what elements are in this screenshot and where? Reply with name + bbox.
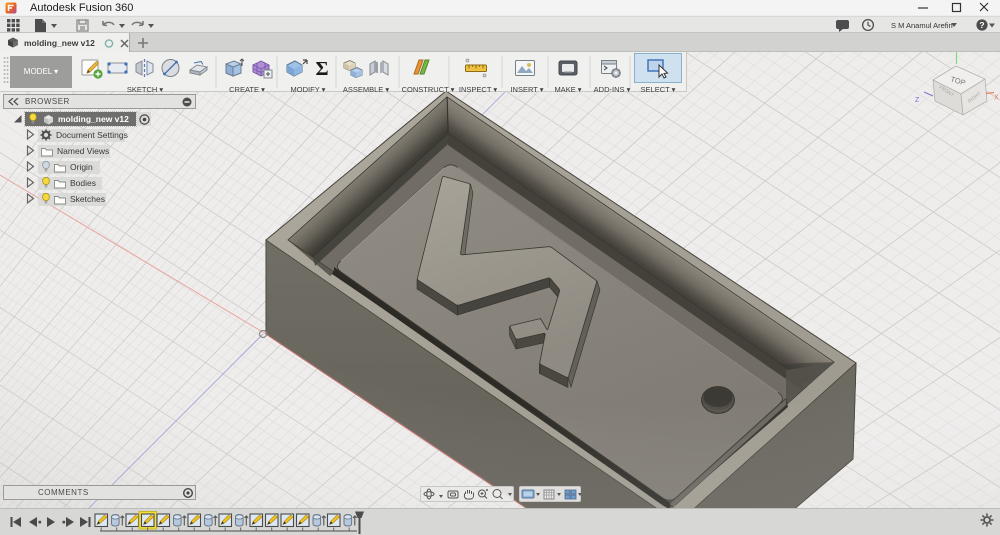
svg-text:X: X: [994, 95, 999, 102]
svg-text:Z: Z: [915, 97, 920, 104]
svg-text:?: ?: [979, 20, 984, 30]
